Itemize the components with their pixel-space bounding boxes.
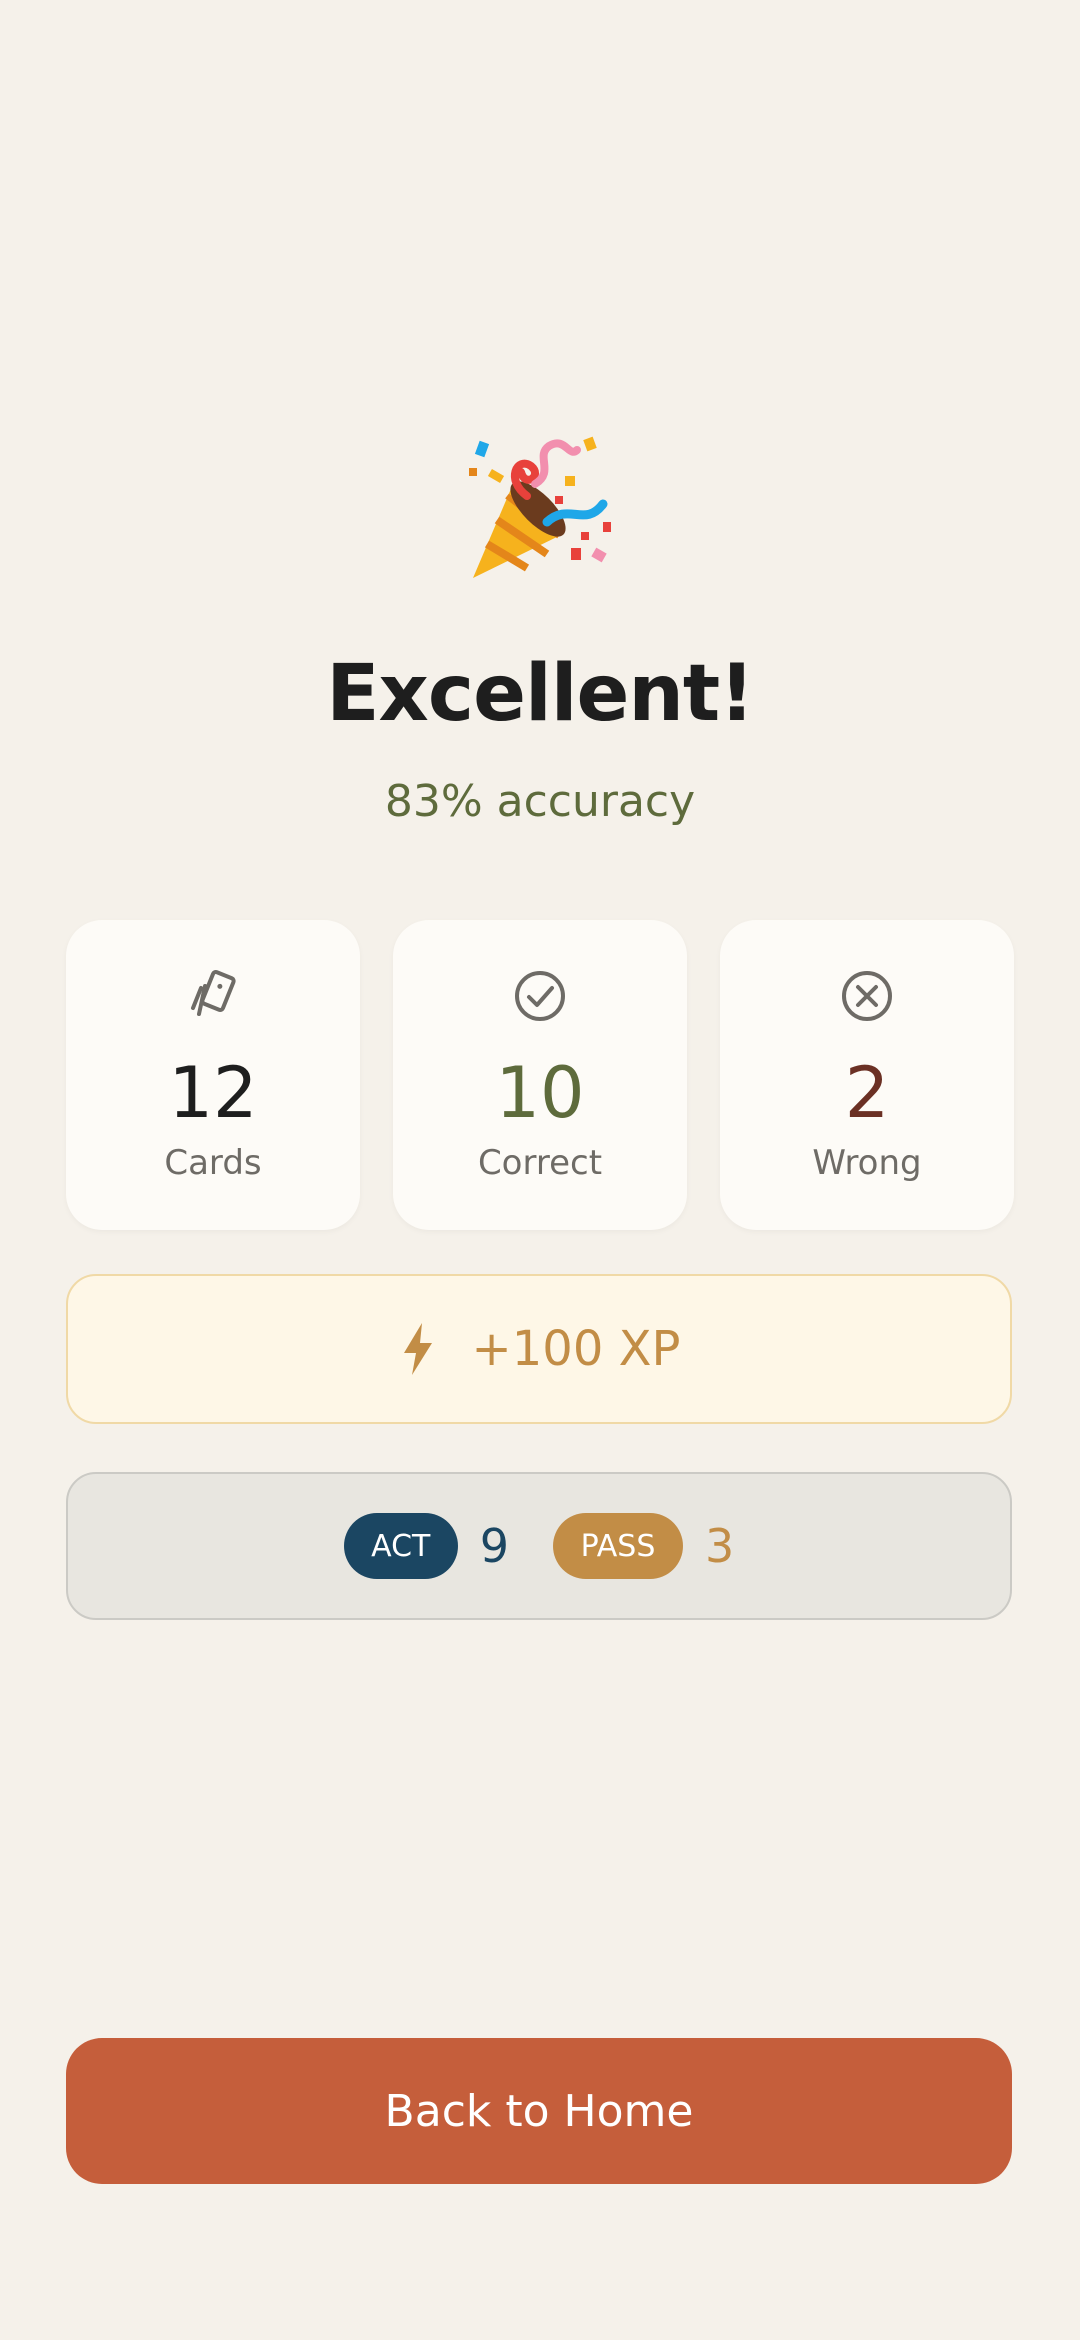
stat-label-correct: Correct xyxy=(477,1143,603,1183)
back-to-home-button[interactable]: Back to Home xyxy=(66,2038,1012,2184)
stat-value-correct: 10 xyxy=(495,1052,585,1134)
pass-badge: PASS xyxy=(553,1513,683,1579)
lightning-icon xyxy=(403,1323,432,1375)
accuracy-text: 83% accuracy xyxy=(384,776,696,827)
act-count: 9 xyxy=(479,1519,509,1573)
check-circle-icon xyxy=(515,971,565,1021)
x-circle-icon xyxy=(842,971,892,1021)
pass-count: 3 xyxy=(705,1519,735,1573)
stat-label-wrong: Wrong xyxy=(812,1143,922,1183)
status-summary: ACT 9 PASS 3 xyxy=(66,1472,1012,1620)
session-complete-screen: Excellent! 83% accuracy 12 Cards 10 Corr… xyxy=(0,0,1080,2340)
stat-card-correct: 10 Correct xyxy=(393,920,687,1230)
result-title: Excellent! xyxy=(326,649,755,739)
stat-value-wrong: 2 xyxy=(844,1052,890,1134)
stat-card-wrong: 2 Wrong xyxy=(720,920,1014,1230)
party-popper-icon xyxy=(469,436,611,578)
xp-banner: +100 XP xyxy=(66,1274,1012,1424)
xp-text: +100 XP xyxy=(471,1321,681,1377)
stat-card-cards: 12 Cards xyxy=(66,920,360,1230)
stat-value-cards: 12 xyxy=(168,1052,258,1134)
stat-label-cards: Cards xyxy=(164,1143,262,1183)
cards-icon xyxy=(191,970,236,1016)
act-badge: ACT xyxy=(343,1513,458,1579)
